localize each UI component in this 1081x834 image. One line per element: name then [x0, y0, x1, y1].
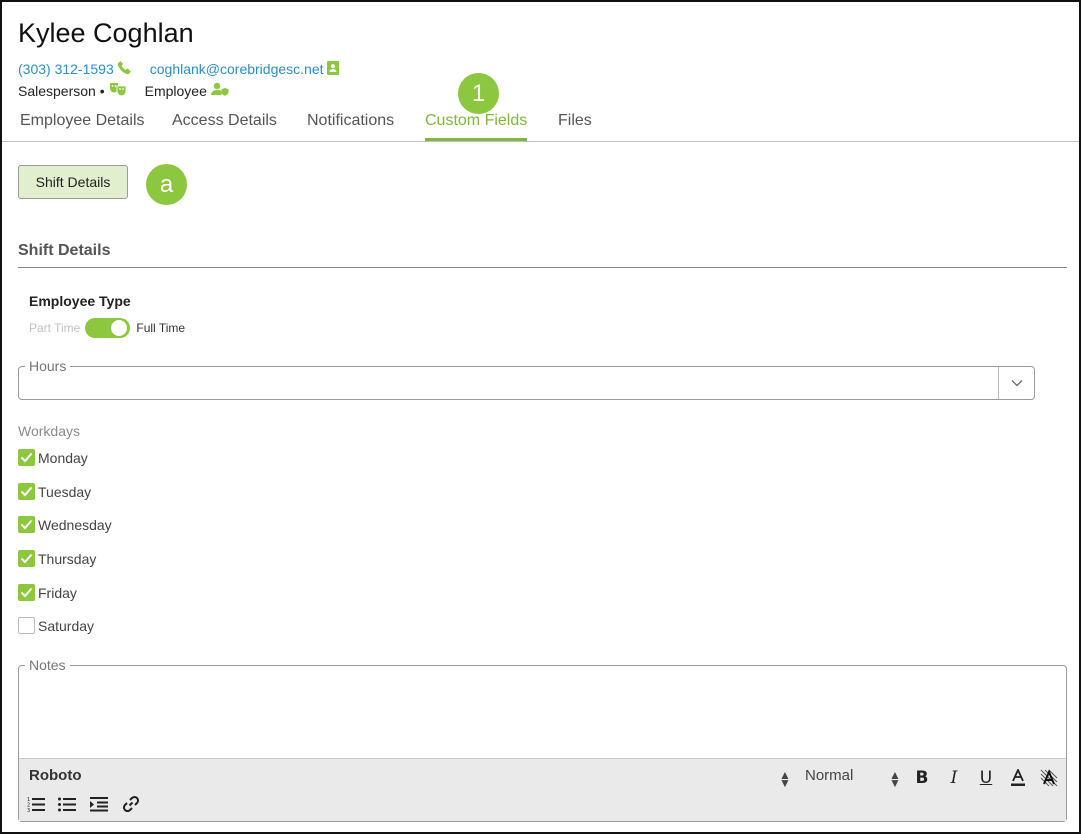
- workday-label: Tuesday: [38, 483, 92, 500]
- checkbox-saturday[interactable]: [18, 617, 35, 634]
- workday-monday[interactable]: Monday: [18, 449, 88, 466]
- email-link[interactable]: coghlank@corebridgesc.net: [150, 61, 324, 77]
- checkmark-icon: [20, 519, 33, 530]
- employee-label: Employee: [144, 82, 207, 99]
- link-icon[interactable]: [120, 793, 142, 815]
- workday-tuesday[interactable]: Tuesday: [18, 483, 91, 500]
- theater-masks-icon: [109, 82, 127, 99]
- notes-editor: Notes Roboto ▲ ▼ Normal ▲ ▼ B I U 123: [18, 657, 1067, 822]
- workday-friday[interactable]: Friday: [18, 584, 77, 601]
- italic-icon[interactable]: I: [943, 767, 965, 789]
- workday-label: Friday: [38, 584, 77, 601]
- font-size-select[interactable]: Normal: [805, 767, 853, 784]
- employee-name: Kylee Coghlan: [18, 18, 194, 48]
- user-shield-icon: [210, 82, 229, 99]
- workday-label: Wednesday: [38, 516, 112, 533]
- contact-card-icon[interactable]: [326, 60, 339, 78]
- full-time-label: Full Time: [136, 321, 186, 335]
- app-window: Kylee Coghlan (303) 312-1593 coghlank@co…: [0, 0, 1081, 834]
- workday-wednesday[interactable]: Wednesday: [18, 516, 112, 533]
- checkmark-icon: [20, 452, 33, 463]
- section-divider: [18, 267, 1067, 268]
- checkbox-tuesday[interactable]: [18, 483, 35, 500]
- checkbox-wednesday[interactable]: [18, 516, 35, 533]
- tab-bar: Employee Details Access Details Notifica…: [2, 106, 1079, 142]
- tab-files[interactable]: Files: [558, 112, 592, 138]
- toggle-knob: [111, 320, 128, 336]
- employee-type-label: Employee Type: [29, 293, 131, 309]
- checkmark-icon: [20, 587, 33, 598]
- ordered-list-icon[interactable]: 123: [25, 793, 47, 815]
- workday-label: Saturday: [38, 617, 95, 634]
- part-time-label: Part Time: [29, 321, 81, 335]
- hours-legend: Hours: [25, 358, 71, 374]
- tab-notifications[interactable]: Notifications: [307, 112, 394, 138]
- checkbox-monday[interactable]: [18, 449, 35, 466]
- workday-label: Thursday: [38, 550, 97, 567]
- workday-saturday[interactable]: Saturday: [18, 617, 94, 634]
- editor-toolbar: Roboto ▲ ▼ Normal ▲ ▼ B I U 123: [19, 758, 1066, 821]
- size-select-arrows-icon[interactable]: ▼: [889, 776, 901, 790]
- chevron-down-icon: [1011, 374, 1023, 392]
- checkbox-thursday[interactable]: [18, 550, 35, 567]
- bullet-list-icon[interactable]: [56, 793, 78, 815]
- tab-custom-fields[interactable]: Custom Fields: [425, 112, 528, 141]
- section-title: Shift Details: [18, 242, 111, 259]
- employee-type-toggle[interactable]: [85, 318, 131, 338]
- bold-icon[interactable]: B: [911, 767, 933, 789]
- role-text: Salesperson •: [18, 82, 105, 99]
- shift-details-button[interactable]: Shift Details: [18, 165, 128, 199]
- workday-thursday[interactable]: Thursday: [18, 550, 96, 567]
- employee-type-toggle-row: Part Time Full Time: [29, 318, 185, 338]
- font-color-icon[interactable]: [1007, 767, 1029, 789]
- tab-employee-details[interactable]: Employee Details: [20, 112, 145, 138]
- hours-dropdown-toggle[interactable]: [998, 367, 1034, 399]
- notes-legend: Notes: [25, 657, 70, 673]
- contact-row: (303) 312-1593 coghlank@corebridgesc.net: [18, 60, 339, 78]
- phone-link[interactable]: (303) 312-1593: [18, 61, 114, 77]
- workday-label: Monday: [38, 449, 88, 466]
- checkmark-icon: [20, 486, 33, 497]
- checkbox-friday[interactable]: [18, 584, 35, 601]
- underline-icon[interactable]: U: [975, 767, 997, 789]
- notes-textarea[interactable]: [19, 672, 1066, 756]
- roles-row: Salesperson • Employee: [18, 82, 229, 99]
- svg-text:3: 3: [27, 808, 30, 812]
- workdays-label: Workdays: [18, 423, 80, 439]
- highlight-icon[interactable]: [1038, 767, 1060, 789]
- font-select-arrows-icon[interactable]: ▼: [779, 776, 791, 790]
- phone-icon[interactable]: [117, 60, 132, 78]
- checkmark-icon: [20, 553, 33, 564]
- font-family-select[interactable]: Roboto: [29, 767, 81, 784]
- indent-icon[interactable]: [88, 793, 110, 815]
- tab-access-details[interactable]: Access Details: [172, 112, 277, 138]
- step-badge-a: a: [146, 164, 187, 205]
- hours-select[interactable]: Hours: [18, 358, 1035, 400]
